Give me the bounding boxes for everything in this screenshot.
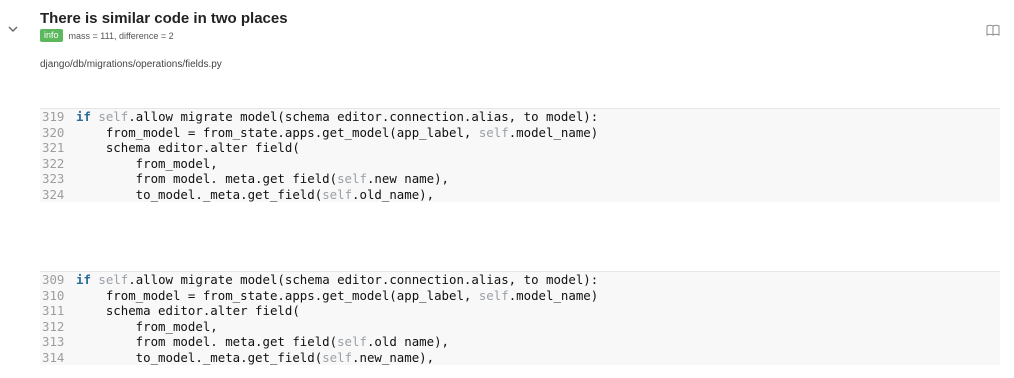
code-line: 311 schema editor.alter field( (40, 303, 1000, 319)
code-text: if self.allow migrate model(schema edito… (76, 272, 599, 287)
line-number: 324 (42, 186, 65, 202)
chevron-down-icon[interactable] (6, 22, 20, 36)
line-number: 320 (42, 124, 65, 140)
code-text: from_model = from_state.apps.get_model(a… (76, 124, 599, 140)
code-text: to_model._meta.get_field(self.new_name), (76, 349, 435, 365)
code-text: to_model._meta.get_field(self.old_name), (76, 186, 435, 202)
line-number: 319 (42, 109, 65, 124)
code-text: from_model, (76, 318, 218, 334)
code-line: 309 if self.allow migrate model(schema ed… (40, 272, 1000, 288)
code-line: 323 from model. meta.get field(self.new … (40, 171, 1000, 187)
line-number: 309 (42, 272, 65, 287)
line-number: 310 (42, 287, 65, 303)
line-number: 322 (42, 155, 65, 171)
code-line: 319 if self.allow migrate model(schema ed… (40, 109, 1000, 125)
issue-title: There is similar code in two places (40, 10, 288, 27)
code-text: from model. meta.get field(self.old name… (76, 334, 449, 349)
mass-difference-text: mass = 111, difference = 2 (68, 30, 174, 41)
line-number: 323 (42, 171, 65, 186)
code-text: from model. meta.get field(self.new name… (76, 171, 449, 186)
code-text: schema editor.alter field( (76, 140, 300, 155)
code-line: 321 schema editor.alter field( (40, 140, 1000, 156)
code-text: from_model = from_state.apps.get_model(a… (76, 287, 599, 303)
line-number: 312 (42, 318, 65, 334)
code-line: 322 from_model, (40, 155, 1000, 171)
code-line: 310 from_model = from_state.apps.get_mod… (40, 287, 1000, 303)
code-line: 324 to_model._meta.get_field(self.old_na… (40, 186, 1000, 202)
code-block-2: 309 if self.allow migrate model(schema ed… (40, 271, 1000, 365)
code-text: schema editor.alter field( (76, 303, 300, 318)
code-block-1: 319 if self.allow migrate model(schema ed… (40, 108, 1000, 202)
line-number: 313 (42, 334, 65, 349)
issue-meta: info mass = 111, difference = 2 (40, 29, 174, 42)
file-path[interactable]: django/db/migrations/operations/fields.p… (40, 59, 222, 70)
code-line: 320 from_model = from_state.apps.get_mod… (40, 124, 1000, 140)
code-text: from_model, (76, 155, 218, 171)
line-number: 314 (42, 349, 65, 365)
line-number: 311 (42, 303, 65, 318)
code-line: 314 to_model._meta.get_field(self.new_na… (40, 349, 1000, 365)
code-text: if self.allow migrate model(schema edito… (76, 109, 599, 124)
code-line: 312 from_model, (40, 318, 1000, 334)
book-icon[interactable] (986, 23, 1000, 36)
info-badge: info (40, 29, 63, 42)
line-number: 321 (42, 140, 65, 155)
code-line: 313 from model. meta.get field(self.old … (40, 334, 1000, 350)
